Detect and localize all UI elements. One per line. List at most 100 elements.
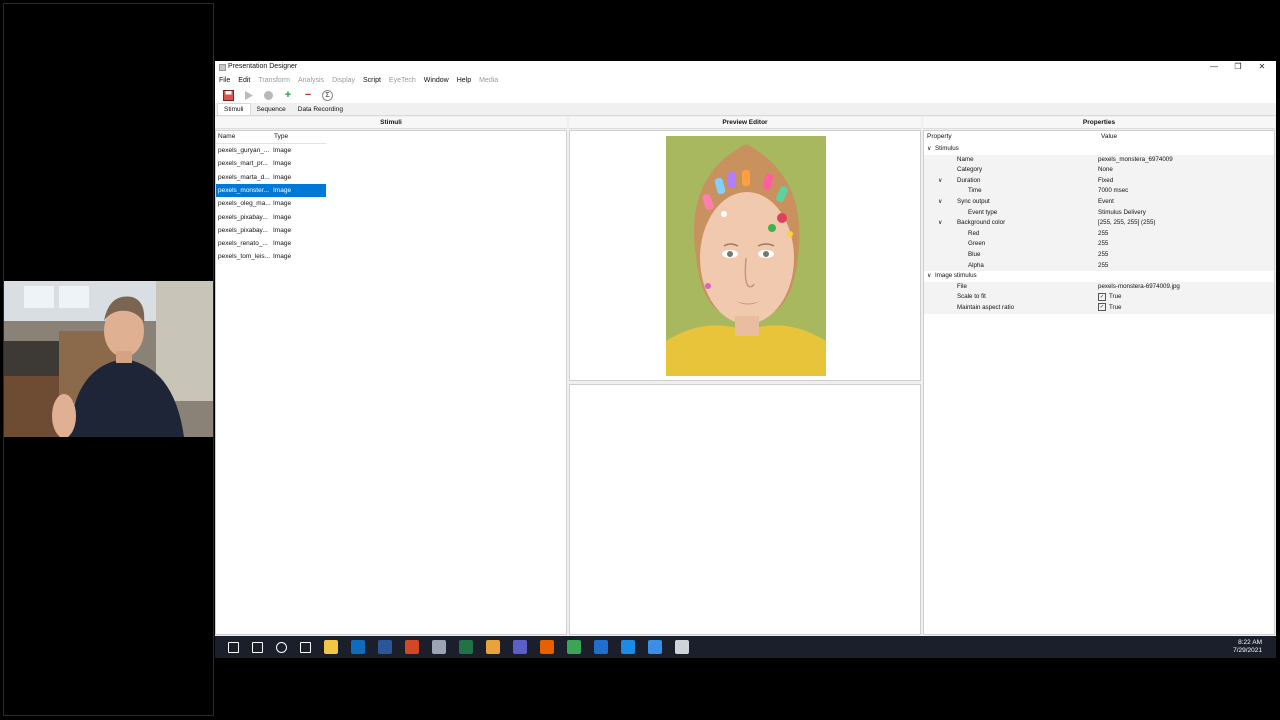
menu-help[interactable]: Help	[457, 77, 471, 84]
property-row[interactable]: Category None	[924, 165, 1274, 176]
search-icon[interactable]	[252, 641, 263, 653]
property-row[interactable]: Scale to fit ✓ True	[924, 292, 1274, 303]
property-row[interactable]: Maintain aspect ratio ✓ True	[924, 303, 1274, 314]
powerpoint-icon[interactable]	[405, 640, 419, 654]
stimulus-row[interactable]: pexels_tom_leis... Image	[216, 250, 326, 263]
stimulus-row[interactable]: pexels_mart_pr... Image	[216, 157, 326, 170]
stimulus-row[interactable]: pexels_guryan_... Image	[216, 144, 326, 157]
excel-icon[interactable]	[459, 640, 473, 654]
preview-secondary-pane[interactable]	[569, 384, 921, 635]
menu-file[interactable]: File	[219, 77, 230, 84]
tab-stimuli[interactable]: Stimuli	[217, 103, 251, 115]
webcam-video	[4, 281, 213, 437]
preview-canvas[interactable]	[569, 130, 921, 381]
column-header-type[interactable]: Type	[274, 133, 288, 140]
property-value[interactable]: 255	[1098, 261, 1108, 272]
windows-start-icon[interactable]	[228, 641, 239, 653]
presentation-designer-icon[interactable]	[675, 640, 689, 654]
property-row[interactable]: ∨ Image stimulus	[924, 271, 1274, 282]
property-row[interactable]: Time 7000 msec	[924, 186, 1274, 197]
stimulus-row[interactable]: pexels_monster... Image	[216, 183, 326, 197]
stimulus-row[interactable]: pexels_marta_d... Image	[216, 171, 326, 184]
close-button[interactable]: ✕	[1250, 61, 1274, 73]
restore-button[interactable]: ❐	[1226, 61, 1250, 73]
stimulus-row[interactable]: pexels_renato_... Image	[216, 237, 326, 250]
tab-data-recording[interactable]: Data Recording	[292, 104, 349, 115]
edge-icon[interactable]	[621, 640, 635, 654]
menu-display[interactable]: Display	[332, 77, 355, 84]
settings-icon[interactable]	[648, 640, 662, 654]
column-header-name[interactable]: Name	[218, 133, 235, 140]
app-green-icon[interactable]	[567, 640, 581, 654]
stimulus-type: Image	[273, 173, 292, 181]
word-icon[interactable]	[378, 640, 392, 654]
property-value[interactable]: 255	[1098, 229, 1108, 240]
stimulus-type: Image	[273, 253, 292, 261]
stimulus-row[interactable]: pexels_pixabay... Image	[216, 211, 326, 224]
checkbox[interactable]: ✓	[1098, 303, 1106, 312]
property-row[interactable]: File pexels-monstera-6974009.jpg	[924, 281, 1274, 293]
property-row[interactable]: Red 255	[924, 228, 1274, 240]
outlook-icon[interactable]	[351, 640, 365, 654]
add-icon[interactable]: +	[282, 89, 294, 101]
menu-analysis[interactable]: Analysis	[298, 77, 324, 84]
property-value[interactable]: Fixed	[1098, 176, 1113, 187]
minimize-button[interactable]: —	[1202, 61, 1226, 73]
property-value[interactable]: Stimulus Delivery	[1098, 208, 1146, 219]
property-value-text: 255	[1098, 229, 1109, 237]
property-row[interactable]: Blue 255	[924, 250, 1274, 261]
stimulus-row[interactable]: pexels_oleg_ma... Image	[216, 197, 326, 210]
property-value[interactable]: [255, 255, 255] (255)	[1098, 218, 1155, 229]
property-row[interactable]: Alpha 255	[924, 260, 1274, 272]
record-icon[interactable]	[262, 89, 274, 101]
property-row[interactable]: Event type Stimulus Delivery	[924, 207, 1274, 219]
property-label: Green	[968, 240, 986, 248]
menu-script[interactable]: Script	[363, 77, 381, 84]
stimulus-row[interactable]: pexels_pixabay... Image	[216, 224, 326, 237]
menu-window[interactable]: Window	[424, 77, 449, 84]
property-row[interactable]: Name pexels_monstera_6974009	[924, 154, 1274, 166]
property-value[interactable]: 255	[1098, 250, 1108, 261]
menu-transform[interactable]: Transform	[258, 77, 290, 84]
property-value-text: Event	[1098, 198, 1114, 205]
property-row[interactable]: ∨ Sync output Event	[924, 197, 1274, 208]
expand-chevron-icon[interactable]: ∨	[927, 271, 931, 282]
menu-media[interactable]: Media	[479, 77, 498, 84]
app-icon[interactable]	[432, 640, 446, 654]
firefox-icon[interactable]	[540, 640, 554, 654]
sigma-icon[interactable]: Σ	[322, 89, 333, 101]
play-icon[interactable]	[242, 89, 254, 101]
checkbox[interactable]: ✓	[1098, 292, 1106, 301]
remove-icon[interactable]: −	[302, 89, 314, 101]
property-value[interactable]: pexels_monstera_6974009	[1098, 155, 1173, 166]
teams-icon[interactable]	[513, 640, 527, 654]
media-icon[interactable]	[594, 640, 608, 654]
property-value[interactable]: ✓ True	[1098, 292, 1122, 303]
property-row[interactable]: ∨ Duration Fixed	[924, 175, 1274, 187]
property-value[interactable]: None	[1098, 165, 1113, 176]
menu-eyetech[interactable]: EyeTech	[389, 77, 416, 84]
property-value[interactable]: Event	[1098, 197, 1114, 208]
tab-sequence[interactable]: Sequence	[251, 104, 292, 115]
property-label: Sync output	[957, 198, 990, 205]
file-explorer-icon[interactable]	[324, 640, 338, 654]
save-icon[interactable]	[222, 89, 234, 101]
property-row[interactable]: ∨ Stimulus	[924, 144, 1274, 155]
task-view-icon[interactable]	[300, 641, 311, 653]
stimulus-type: Image	[273, 186, 292, 194]
expand-chevron-icon[interactable]: ∨	[927, 144, 931, 155]
expand-chevron-icon[interactable]: ∨	[938, 197, 942, 208]
property-value[interactable]: 7000 msec	[1098, 186, 1128, 197]
property-value[interactable]: 255	[1098, 239, 1108, 250]
property-value[interactable]: pexels-monstera-6974009.jpg	[1098, 282, 1180, 293]
menu-edit[interactable]: Edit	[238, 77, 250, 84]
property-row[interactable]: Green 255	[924, 239, 1274, 250]
chrome-icon[interactable]	[486, 640, 500, 654]
property-value[interactable]: ✓ True	[1098, 303, 1122, 314]
expand-chevron-icon[interactable]: ∨	[938, 176, 942, 187]
stimulus-name: pexels_pixabay...	[218, 213, 268, 221]
property-row[interactable]: ∨ Background color [255, 255, 255] (255)	[924, 218, 1274, 229]
cortana-icon[interactable]	[276, 641, 287, 653]
expand-chevron-icon[interactable]: ∨	[938, 218, 942, 229]
system-clock[interactable]: 8:22 AM 7/29/2021	[1233, 639, 1262, 655]
